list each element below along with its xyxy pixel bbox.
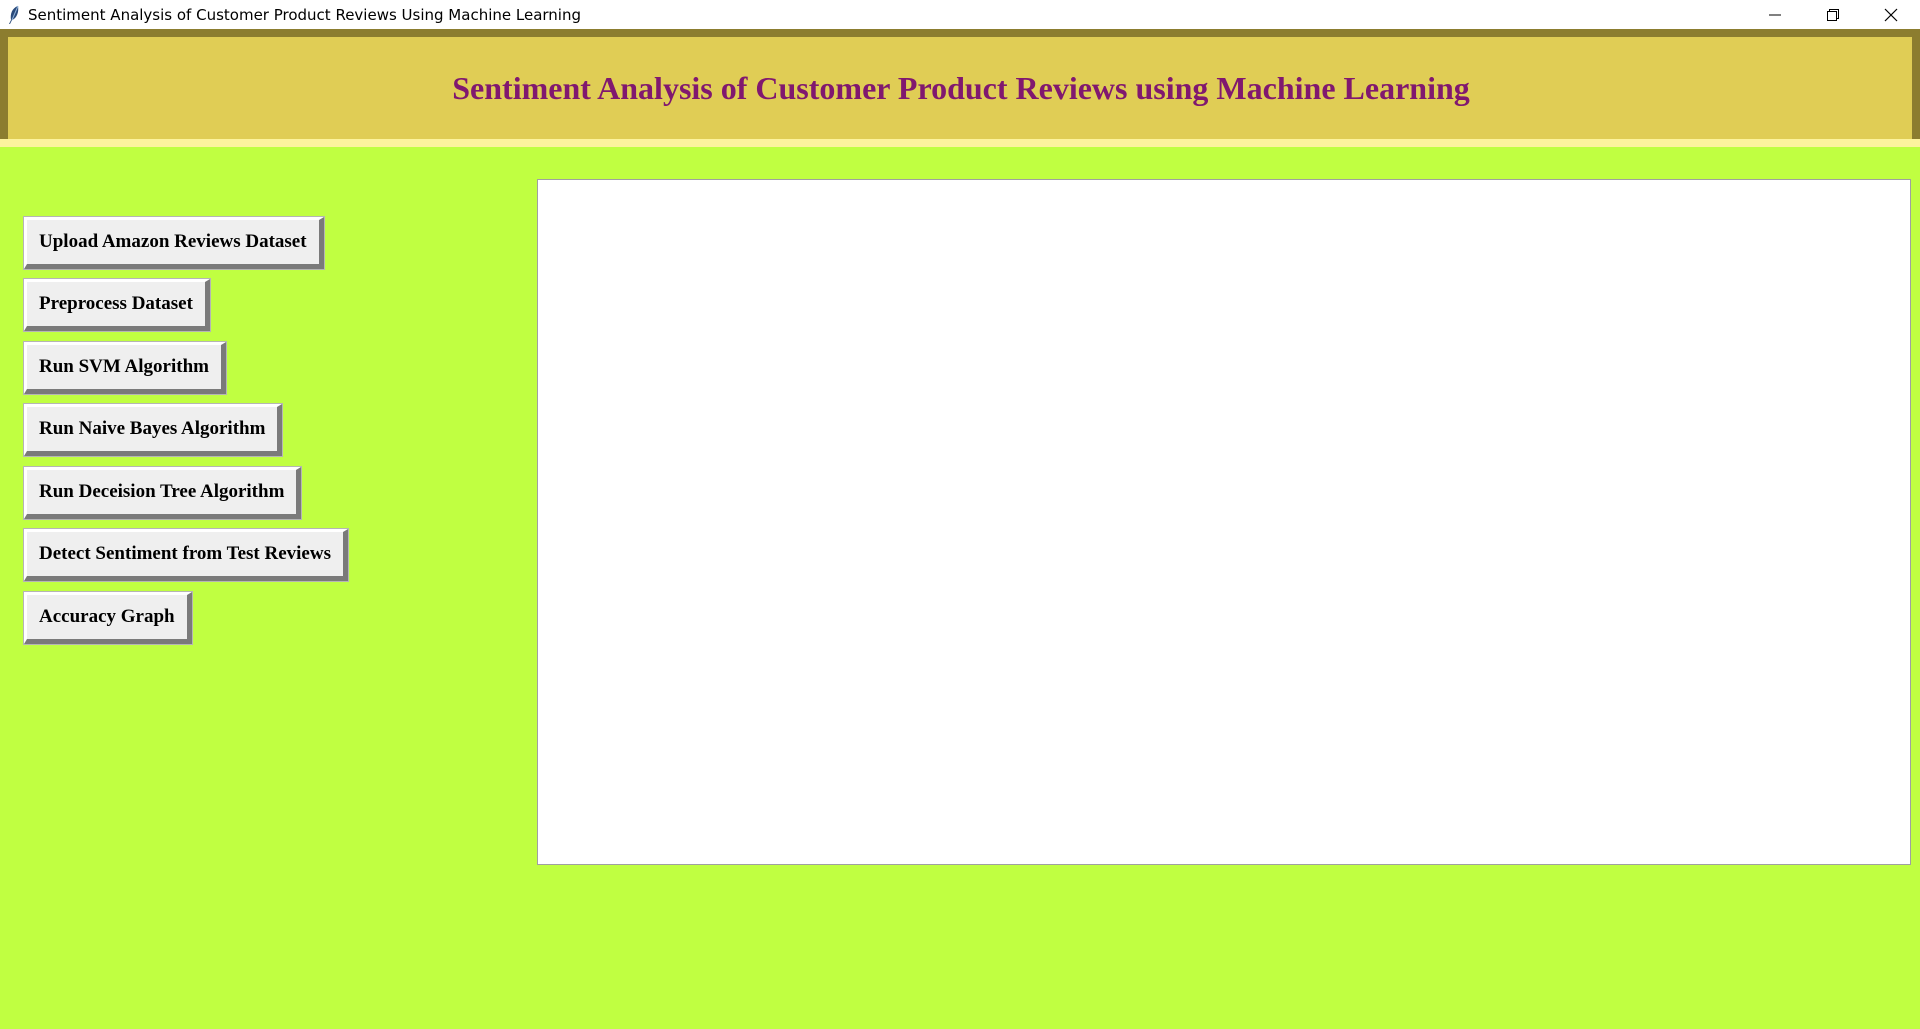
feather-icon[interactable] (6, 5, 22, 25)
minimize-button[interactable] (1746, 0, 1804, 29)
close-icon (1884, 8, 1898, 21)
restore-button[interactable] (1804, 0, 1862, 29)
minimize-icon (1769, 14, 1781, 15)
restore-icon (1827, 8, 1839, 21)
window-controls (1746, 0, 1920, 29)
upload-dataset-button[interactable]: Upload Amazon Reviews Dataset (23, 216, 325, 270)
run-naive-bayes-button[interactable]: Run Naive Bayes Algorithm (22, 403, 284, 457)
close-button[interactable] (1862, 0, 1920, 29)
run-decision-tree-button[interactable]: Run Deceision Tree Algorithm (22, 466, 303, 520)
header-banner: Sentiment Analysis of Customer Product R… (0, 29, 1920, 147)
app-window: Sentiment Analysis of Customer Product R… (0, 0, 1920, 1029)
page-title: Sentiment Analysis of Customer Product R… (452, 69, 1470, 106)
title-bar[interactable]: Sentiment Analysis of Customer Product R… (0, 0, 1920, 29)
output-text-area[interactable] (537, 179, 1911, 865)
accuracy-graph-button[interactable]: Accuracy Graph (23, 591, 193, 645)
preprocess-dataset-button[interactable]: Preprocess Dataset (23, 278, 211, 332)
window-title: Sentiment Analysis of Customer Product R… (28, 5, 581, 24)
detect-sentiment-button[interactable]: Detect Sentiment from Test Reviews (23, 528, 349, 582)
run-svm-button[interactable]: Run SVM Algorithm (23, 341, 227, 395)
